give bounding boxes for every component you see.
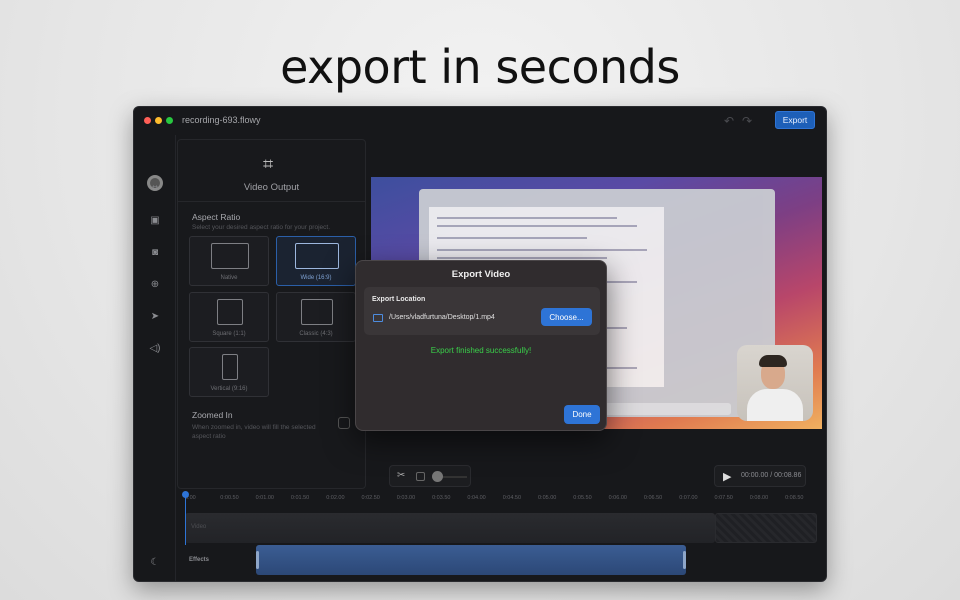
export-video-dialog: Export Video Export Location /Users/vlad…: [355, 260, 607, 431]
panel-header: ⌗ Video Output: [178, 140, 365, 202]
ratio-label: Vertical (9:16): [210, 386, 248, 392]
dark-mode-icon[interactable]: ☾: [148, 555, 162, 569]
headline: export in seconds: [280, 40, 680, 94]
scissors-icon[interactable]: ✂: [397, 470, 405, 481]
export-status: Export finished successfully!: [430, 346, 532, 355]
zoomed-in-checkbox[interactable]: [338, 417, 350, 429]
ratio-wide[interactable]: Wide (16:9): [276, 236, 356, 286]
video-track-empty: [715, 513, 817, 543]
export-location-box: Export Location /Users/vladfurtuna/Deskt…: [364, 287, 600, 335]
timeline-tick: 0:08.00: [749, 495, 769, 501]
aspect-ratio-title: Aspect Ratio: [192, 212, 241, 222]
app-window: recording-693.flowy ↶ ↷ Export ⌗ ▣ ◙ ⊕ ➤…: [133, 106, 827, 582]
effects-clip[interactable]: [256, 545, 686, 575]
timeline-tick: 0:02.50: [361, 495, 380, 501]
effects-right-handle[interactable]: [683, 551, 686, 569]
done-button[interactable]: Done: [564, 405, 600, 424]
ratio-vertical[interactable]: Vertical (9:16): [189, 347, 269, 397]
audio-tool-icon[interactable]: ◁): [148, 341, 162, 355]
choose-button[interactable]: Choose...: [541, 308, 592, 326]
redo-icon[interactable]: ↷: [742, 114, 752, 128]
timeline-tick: 0:02.00: [326, 495, 345, 501]
timeline-tick: 0:06.50: [643, 495, 663, 501]
zoom-slider-knob[interactable]: [432, 471, 443, 482]
panel-title: Video Output: [243, 182, 300, 193]
video-track[interactable]: Video: [185, 513, 715, 543]
timeline: 0:00 0:00.50 0:01.00 0:01.50 0:02.00 0:02.50 0…: [177, 489, 825, 581]
zoom-out-icon[interactable]: [416, 472, 425, 481]
tool-rail: ⌗ ▣ ◙ ⊕ ➤ ◁) ☾: [134, 135, 176, 581]
minimize-window-button[interactable]: [155, 117, 162, 124]
timeline-tick: 0:03.50: [432, 495, 451, 501]
crop-tool-icon[interactable]: ⌗: [148, 181, 162, 195]
play-icon[interactable]: ▶: [723, 470, 731, 483]
timeline-ruler[interactable]: 0:00 0:00.50 0:01.00 0:01.50 0:02.00 0:02.50 0…: [185, 495, 825, 509]
timeline-tick: 0:05.50: [573, 495, 592, 501]
playhead-knob[interactable]: [182, 491, 189, 498]
title-bar: recording-693.flowy ↶ ↷ Export: [134, 107, 826, 135]
playback-controls: ▶ 00:00.00 / 00:08.86: [714, 465, 806, 487]
zoom-slider-track[interactable]: [443, 476, 467, 478]
timeline-tick: 0:04.50: [502, 495, 522, 501]
webcam-overlay[interactable]: [737, 345, 813, 421]
export-location-label: Export Location: [372, 296, 426, 303]
timeline-tick: 0:01.00: [255, 495, 274, 501]
ratio-label: Classic (4:3): [299, 331, 333, 337]
timeline-tick: 0:06.00: [608, 495, 627, 501]
timeline-tick: 0:04.00: [467, 495, 486, 501]
playback-time: 00:00.00 / 00:08.86: [741, 472, 802, 479]
edit-controls: ✂: [389, 465, 471, 487]
export-path: /Users/vladfurtuna/Desktop/1.mp4: [389, 314, 495, 321]
zoom-tool-icon[interactable]: ⊕: [148, 277, 162, 291]
folder-icon: [373, 314, 383, 322]
timeline-tick: 0:00.50: [220, 495, 239, 501]
timeline-tick: 0:01.50: [290, 495, 310, 501]
export-button[interactable]: Export: [775, 111, 815, 129]
window-title: recording-693.flowy: [182, 115, 261, 125]
camera-tool-icon[interactable]: ◙: [148, 245, 162, 259]
timeline-tick: 0:05.00: [538, 495, 557, 501]
zoom-window-button[interactable]: [166, 117, 173, 124]
timeline-tick: 0:03.00: [396, 495, 416, 501]
effects-left-handle[interactable]: [256, 551, 259, 569]
close-window-button[interactable]: [144, 117, 151, 124]
dialog-title: Export Video: [451, 269, 511, 280]
crop-icon: ⌗: [263, 154, 274, 174]
ratio-label: Square (1:1): [212, 331, 246, 337]
timeline-tick: 0:07.00: [679, 495, 698, 501]
effects-track-label: Effects: [189, 557, 210, 563]
timeline-tick: 0:08.50: [785, 495, 804, 501]
video-track-label: Video: [191, 524, 207, 530]
ratio-native[interactable]: Native: [189, 236, 269, 286]
ratio-label: Wide (16:9): [300, 275, 332, 281]
undo-icon[interactable]: ↶: [724, 114, 734, 128]
ratio-classic[interactable]: Classic (4:3): [276, 292, 356, 342]
video-output-panel: ⌗ Video Output Aspect Ratio Select your …: [177, 139, 366, 489]
zoomed-in-subtitle: When zoomed in, video will fill the sele…: [192, 424, 316, 440]
ratio-label: Native: [220, 275, 238, 281]
cursor-tool-icon[interactable]: ➤: [148, 309, 162, 323]
image-tool-icon[interactable]: ▣: [148, 213, 162, 227]
timeline-tick: 0:07.50: [714, 495, 733, 501]
playhead[interactable]: [185, 493, 186, 545]
ratio-square[interactable]: Square (1:1): [189, 292, 269, 342]
zoomed-in-title: Zoomed In: [192, 410, 233, 420]
aspect-ratio-subtitle: Select your desired aspect ratio for you…: [192, 224, 331, 231]
